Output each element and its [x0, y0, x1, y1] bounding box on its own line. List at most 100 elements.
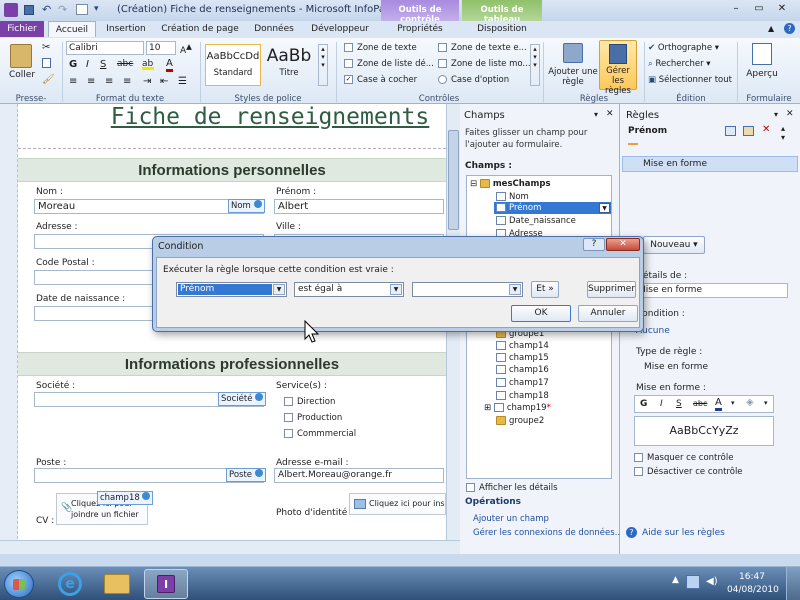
- help-rules-link[interactable]: Aide sur les règles: [642, 528, 725, 538]
- highlight-icon[interactable]: ab: [142, 59, 154, 70]
- save-icon[interactable]: [24, 5, 34, 15]
- control-text-box[interactable]: Zone de texte: [344, 43, 417, 53]
- format-fill-icon[interactable]: ◈: [746, 397, 754, 408]
- ok-button[interactable]: OK: [511, 305, 571, 322]
- tree-item-champ19[interactable]: ⊞ champ19*: [484, 402, 551, 414]
- tab-developpeur[interactable]: Développeur: [304, 21, 376, 37]
- condition-operator-dropdown-icon[interactable]: ▼: [390, 284, 402, 295]
- outdent-icon[interactable]: ⇤: [160, 76, 168, 87]
- and-button[interactable]: Et »: [531, 281, 559, 298]
- champs-pane-menu-icon[interactable]: ▾: [594, 110, 598, 119]
- paste-rule-icon[interactable]: [743, 126, 754, 136]
- font-size-select[interactable]: 10: [146, 41, 176, 55]
- controls-scroll-icon[interactable]: ▴ ▾ ▾: [530, 44, 540, 86]
- paste-icon[interactable]: [10, 44, 32, 68]
- find-button[interactable]: ⌕ Rechercher ▾: [648, 59, 711, 69]
- tree-item-date-naissance[interactable]: Date_naissance: [496, 215, 576, 227]
- style-standard[interactable]: AaBbCcDd Standard: [205, 44, 261, 86]
- preview-quick-icon[interactable]: [76, 4, 88, 15]
- format-painter-icon[interactable]: 🖌: [42, 74, 55, 85]
- grow-font-icon[interactable]: A▲: [180, 42, 192, 56]
- infopath-taskbar-button[interactable]: I: [144, 569, 188, 599]
- control-checkbox[interactable]: ✓ Case à cocher: [344, 75, 417, 85]
- style-titre[interactable]: AaBb Titre: [263, 44, 315, 86]
- show-desktop-button[interactable]: [786, 567, 800, 600]
- copy-rule-icon[interactable]: [725, 126, 736, 136]
- condition-operator-select[interactable]: est égal à ▼: [294, 282, 404, 297]
- form-scroll-thumb[interactable]: [448, 130, 459, 230]
- close-button[interactable]: ✕: [771, 3, 793, 16]
- control-dropdown-list[interactable]: Zone de liste dé...: [344, 59, 434, 69]
- bullets-icon[interactable]: ☰: [178, 76, 187, 87]
- checkbox-production[interactable]: Production: [284, 413, 342, 423]
- disable-control-checkbox[interactable]: Désactiver ce contrôle: [634, 467, 743, 477]
- regles-pane-close-icon[interactable]: ✕: [786, 109, 794, 119]
- preview-icon[interactable]: [752, 43, 772, 65]
- italic-button[interactable]: I: [86, 59, 89, 70]
- condition-field-dropdown-icon[interactable]: ▼: [273, 284, 285, 295]
- format-italic-button[interactable]: I: [660, 399, 663, 409]
- underline-button[interactable]: S: [100, 59, 106, 70]
- tree-item-champ15[interactable]: champ15: [496, 352, 549, 364]
- align-right-icon[interactable]: ≡: [105, 76, 113, 87]
- link-add-field[interactable]: Ajouter un champ: [473, 514, 549, 524]
- add-rule-icon[interactable]: [563, 43, 583, 63]
- copy-icon[interactable]: [42, 58, 51, 68]
- rule-name-input[interactable]: Mise en forme: [634, 283, 788, 298]
- clock-time[interactable]: 16:47: [732, 572, 772, 582]
- rule-scroll-icon[interactable]: ▴ ▾: [781, 124, 785, 142]
- control-combo-box[interactable]: Zone de liste mo...: [438, 59, 531, 69]
- tab-disposition[interactable]: Disposition: [466, 21, 538, 37]
- ie-icon[interactable]: e: [58, 572, 82, 596]
- hide-control-checkbox[interactable]: Masquer ce contrôle: [634, 453, 733, 463]
- tree-item-champ18[interactable]: champ18: [496, 390, 549, 402]
- champs-pane-close-icon[interactable]: ✕: [606, 109, 614, 119]
- tab-donnees[interactable]: Données: [248, 21, 300, 37]
- form-horizontal-scroll[interactable]: [0, 540, 460, 554]
- spelling-button[interactable]: ✔ Orthographe ▾: [648, 43, 719, 53]
- cancel-button[interactable]: Annuler: [578, 305, 638, 322]
- control-option-button[interactable]: Case d'option: [438, 75, 509, 85]
- tree-item-groupe2[interactable]: groupe2: [496, 415, 544, 427]
- cut-icon[interactable]: ✂: [42, 42, 50, 53]
- insert-photo-control[interactable]: Cliquez ici pour insé: [349, 493, 446, 515]
- redo-icon[interactable]: ↷: [58, 3, 67, 16]
- styles-scroll-icon[interactable]: ▴ ▾ ▾: [318, 44, 328, 86]
- tree-item-champ17[interactable]: champ17: [496, 377, 549, 389]
- indent-icon[interactable]: ⇥: [143, 76, 151, 87]
- format-font-color-dropdown-icon[interactable]: ▾: [731, 399, 735, 407]
- ribbon-minimize-icon[interactable]: ▲: [768, 24, 774, 33]
- paste-button[interactable]: Coller: [6, 70, 38, 80]
- volume-icon[interactable]: ◀): [706, 576, 718, 587]
- undo-icon[interactable]: ↶: [42, 3, 51, 16]
- delete-rule-icon[interactable]: ✕: [762, 124, 770, 135]
- tab-accueil[interactable]: Accueil: [48, 21, 96, 37]
- checkbox-direction[interactable]: Direction: [284, 397, 335, 407]
- regles-pane-menu-icon[interactable]: ▾: [774, 110, 778, 119]
- bold-button[interactable]: G: [69, 59, 77, 70]
- checkbox-commercial[interactable]: Commmercial: [284, 429, 356, 439]
- control-rich-text-box[interactable]: Zone de texte e...: [438, 43, 527, 53]
- format-underline-button[interactable]: S: [676, 399, 682, 409]
- tree-root[interactable]: ⊟ mesChamps: [470, 178, 551, 190]
- format-strike-button[interactable]: abc: [693, 399, 707, 408]
- justify-icon[interactable]: ≡: [123, 76, 131, 87]
- new-rule-button[interactable]: Nouveau ▾: [643, 236, 705, 254]
- customize-qat-icon[interactable]: ▾: [94, 4, 99, 14]
- condition-value-dropdown-icon[interactable]: ▼: [509, 284, 521, 295]
- minimize-button[interactable]: –: [725, 3, 747, 16]
- help-icon[interactable]: ?: [784, 23, 795, 34]
- format-fill-dropdown-icon[interactable]: ▾: [764, 399, 768, 407]
- strikethrough-button[interactable]: abc: [117, 59, 133, 69]
- show-details-checkbox[interactable]: Afficher les détails: [466, 483, 558, 493]
- add-rule-button[interactable]: Ajouter une règle: [548, 67, 598, 87]
- select-all-button[interactable]: ▣ Sélectionner tout: [648, 75, 732, 85]
- tree-item-champ16[interactable]: champ16: [496, 364, 549, 376]
- condition-value-select[interactable]: ▼: [412, 282, 523, 297]
- clock-date[interactable]: 04/08/2010: [727, 585, 779, 595]
- dialog-close-button[interactable]: ✕: [606, 238, 640, 251]
- font-family-select[interactable]: Calibri: [66, 41, 144, 55]
- input-prenom[interactable]: Albert: [274, 199, 444, 214]
- help-rules-icon[interactable]: ?: [626, 527, 637, 538]
- network-icon[interactable]: [686, 575, 700, 589]
